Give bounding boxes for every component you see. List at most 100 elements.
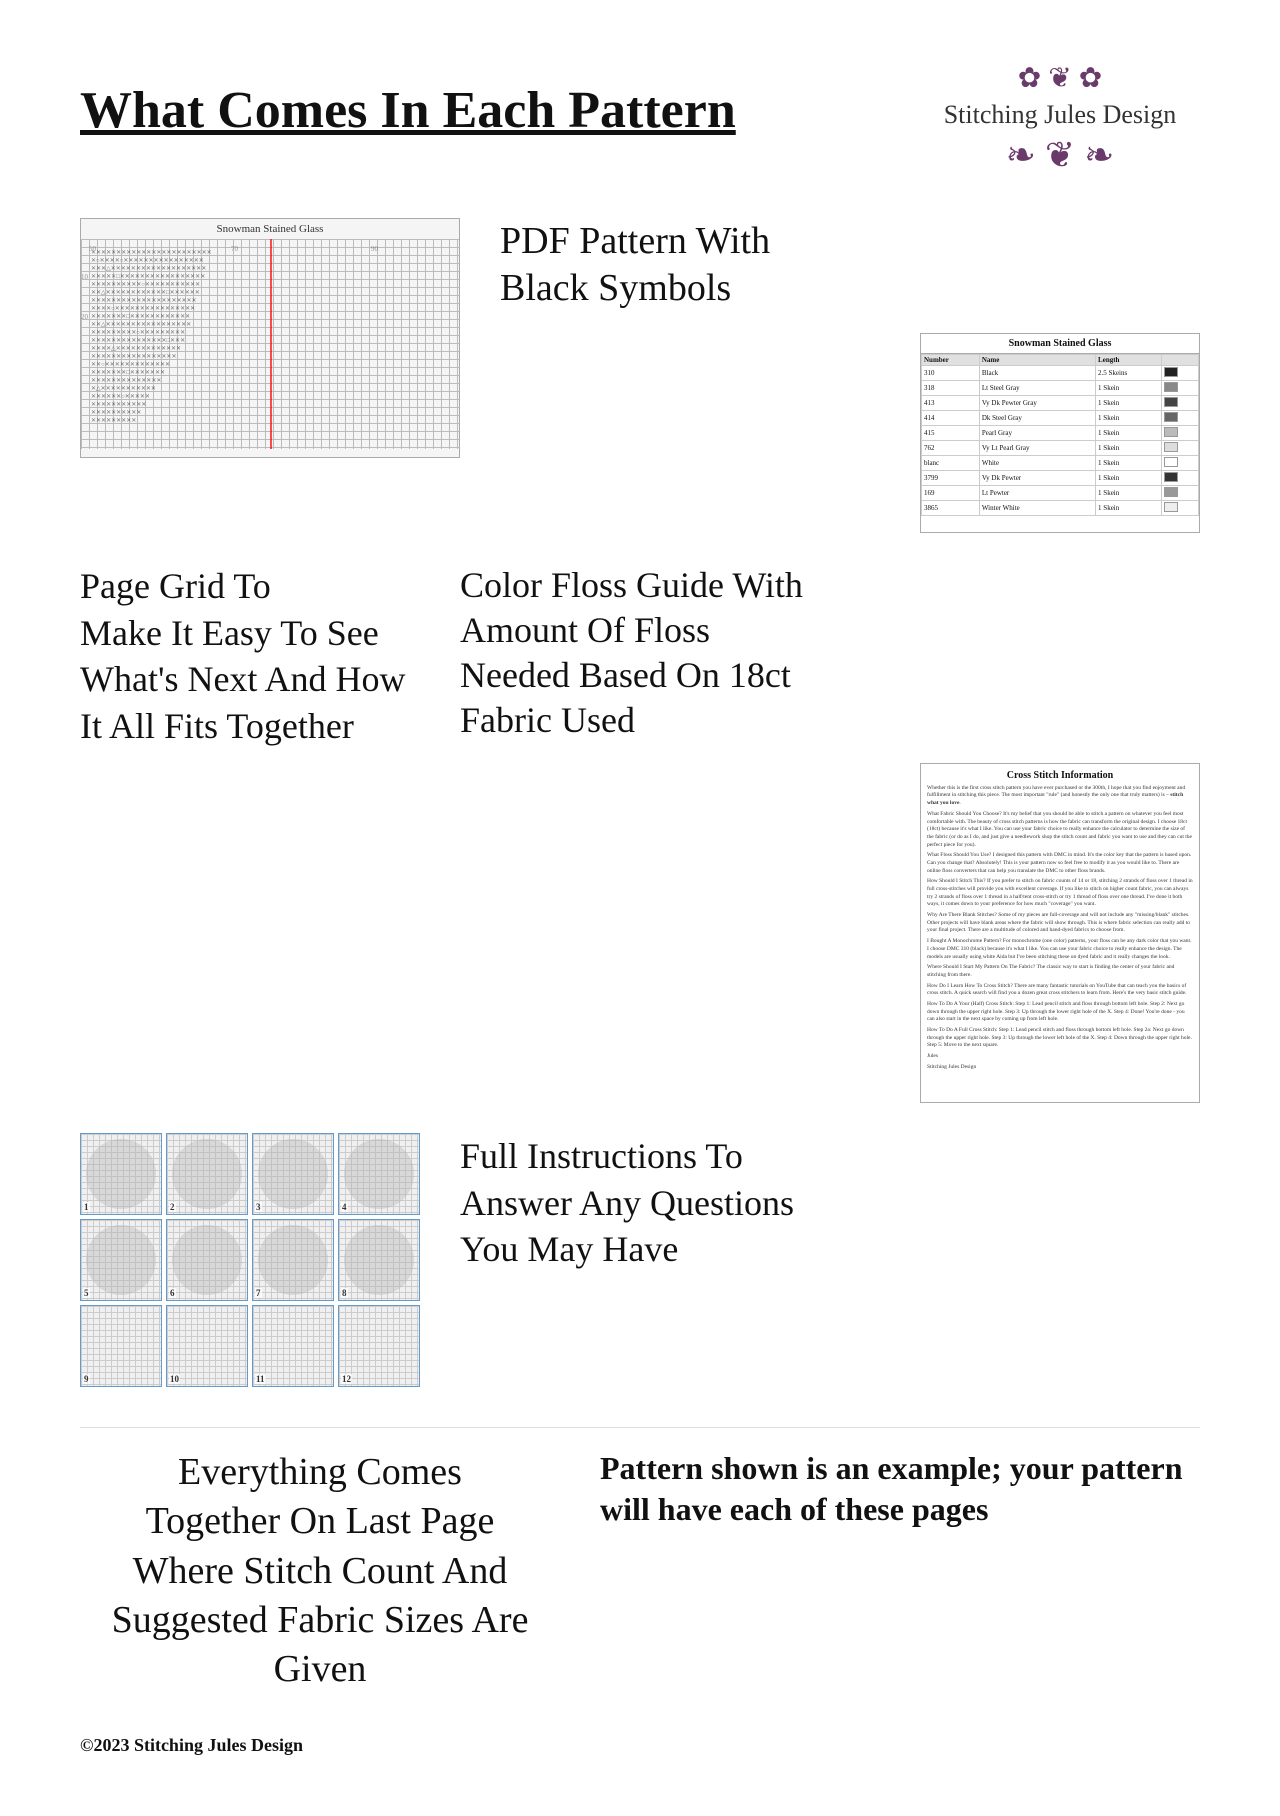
- instructions-title: Cross Stitch Information: [927, 770, 1193, 781]
- svg-text:✕✕✕✕○✕✕✕✕✕✕✕✕✕✕✕✕✕✕✕✕: ✕✕✕✕○✕✕✕✕✕✕✕✕✕✕✕✕✕✕✕✕: [91, 306, 195, 312]
- svg-text:✕✕○✕✕✕✕✕✕✕✕✕✕✕✕✕: ✕✕○✕✕✕✕✕✕✕✕✕✕✕✕✕: [91, 362, 170, 368]
- grid-page-thumb: 9: [80, 1305, 162, 1387]
- grid-page-thumb: 4: [338, 1133, 420, 1215]
- floss-guide-image: Snowman Stained Glass Number Name Length: [920, 333, 1200, 533]
- page-number: 3: [255, 1202, 262, 1212]
- svg-text:✕✕✕✕✕✕✕✕✕✕: ✕✕✕✕✕✕✕✕✕✕: [91, 410, 141, 416]
- grid-page-thumb: 11: [252, 1305, 334, 1387]
- snowman-shape: [344, 1225, 414, 1295]
- section-row-3: 123456789101112 Full Instructions To Ans…: [80, 1133, 1200, 1387]
- svg-text:✕✕✕✕✕✕✕✕✕✕✕✕✕✕: ✕✕✕✕✕✕✕✕✕✕✕✕✕✕: [91, 378, 161, 384]
- section-right-3: Full Instructions To Answer Any Question…: [460, 1133, 1200, 1273]
- floss-table-row: 3799Vy Dk Pewter1 Skein: [922, 470, 1199, 485]
- color-swatch: [1164, 457, 1178, 467]
- footer: ©2023 Stitching Jules Design: [80, 1735, 1200, 1756]
- svg-text:✕✕✕✕△✕✕✕✕✕✕✕✕✕✕✕✕✕: ✕✕✕✕△✕✕✕✕✕✕✕✕✕✕✕✕✕: [91, 346, 181, 352]
- color-swatch: [1164, 382, 1178, 392]
- instructions-image-area: Cross Stitch Information Whether this is…: [920, 763, 1200, 1103]
- snowman-shape: [86, 1139, 156, 1209]
- pattern-shown-area: Pattern shown is an example; your patter…: [600, 1448, 1200, 1531]
- grid-pages-area: 123456789101112: [80, 1133, 420, 1387]
- pattern-mock: Snowman Stained Glass ✕✕✕✕✕✕✕✕✕✕✕✕✕✕✕✕✕✕…: [80, 218, 460, 458]
- logo-ornament-top: ✿ ❦ ✿: [920, 65, 1200, 93]
- svg-text:✕✕✕✕✕✕✕✕✕✕✕✕✕✕✕✕✕✕✕✕✕: ✕✕✕✕✕✕✕✕✕✕✕✕✕✕✕✕✕✕✕✕✕: [91, 298, 197, 304]
- floss-mock-title: Snowman Stained Glass: [921, 334, 1199, 354]
- instruction-para: What Floss Should You Use? I designed th…: [927, 852, 1193, 875]
- section-row-4: Everything Comes Together On Last Page W…: [80, 1448, 1200, 1695]
- instruction-para: Jules: [927, 1053, 1193, 1061]
- header: What Comes In Each Pattern ✿ ❦ ✿ Stitchi…: [80, 60, 1200, 178]
- color-swatch: [1164, 427, 1178, 437]
- instruction-para: I Bought A Monochrome Pattern? For monoc…: [927, 938, 1193, 961]
- grid-page-thumb: 10: [166, 1305, 248, 1387]
- section-divider: [80, 1427, 1200, 1428]
- page-number: 10: [169, 1374, 180, 1384]
- instruction-para: How Do I Learn How To Cross Stitch? Ther…: [927, 983, 1193, 998]
- copyright-text: ©2023 Stitching Jules Design: [80, 1735, 303, 1755]
- pattern-mock-title: Snowman Stained Glass: [81, 219, 459, 239]
- svg-text:✕✕✕✕✕✕○✕✕✕✕✕: ✕✕✕✕✕✕○✕✕✕✕✕: [91, 394, 150, 400]
- page-number: 7: [255, 1288, 262, 1298]
- floss-table-row: 413Vy Dk Pewter Gray1 Skein: [922, 395, 1199, 410]
- svg-text:✕△✕✕✕✕✕✕✕✕✕✕✕: ✕△✕✕✕✕✕✕✕✕✕✕✕: [91, 386, 156, 392]
- grid-page-thumb: 12: [338, 1305, 420, 1387]
- svg-text:✕✕✕✕✕✕✕✕✕: ✕✕✕✕✕✕✕✕✕: [91, 418, 136, 424]
- page-title: What Comes In Each Pattern: [80, 60, 736, 142]
- floss-mock: Snowman Stained Glass Number Name Length: [920, 333, 1200, 533]
- instruction-para: What Fabric Should You Choose? It's my b…: [927, 811, 1193, 849]
- instruction-para: How To Do A Full Cross Stitch: Step 1: L…: [927, 1027, 1193, 1050]
- svg-text:✕✕△✕✕✕✕✕✕✕✕✕✕✕✕✕✕✕✕✕: ✕✕△✕✕✕✕✕✕✕✕✕✕✕✕✕✕✕✕✕: [91, 322, 191, 328]
- col-number: Number: [922, 354, 980, 365]
- page-number: 4: [341, 1202, 348, 1212]
- everything-label: Everything Comes Together On Last Page W…: [80, 1448, 560, 1695]
- snowman-shape: [172, 1225, 242, 1295]
- svg-text:✕✕✕✕✕✕✕✕✕✕✕✕✕✕✕□✕✕✕: ✕✕✕✕✕✕✕✕✕✕✕✕✕✕✕□✕✕✕: [91, 338, 185, 344]
- svg-text:✕✕✕✕✕✕✕✕✕✕○✕✕✕✕✕✕✕✕✕✕✕: ✕✕✕✕✕✕✕✕✕✕○✕✕✕✕✕✕✕✕✕✕✕: [91, 282, 200, 288]
- page-number: 5: [83, 1288, 90, 1298]
- grid-page-thumb: 5: [80, 1219, 162, 1301]
- color-swatch: [1164, 502, 1178, 512]
- pdf-pattern-label: PDF Pattern With Black Symbols: [500, 218, 770, 313]
- page-number: 6: [169, 1288, 176, 1298]
- instruction-para: How Should I Stitch This? If you prefer …: [927, 878, 1193, 909]
- page-number: 8: [341, 1288, 348, 1298]
- floss-table-row: 310Black2.5 Skeins: [922, 365, 1199, 380]
- section-right-2: Color Floss Guide With Amount Of Floss N…: [460, 563, 1200, 1103]
- svg-text:✕○✕✕✕✕○✕✕✕✕✕✕✕✕✕✕✕✕✕✕✕✕: ✕○✕✕✕✕○✕✕✕✕✕✕✕✕✕✕✕✕✕✕✕✕: [91, 258, 204, 264]
- floss-table-row: 762Vy Lt Pearl Gray1 Skein: [922, 440, 1199, 455]
- section-row-2: Page Grid To Make It Easy To See What's …: [80, 563, 1200, 1103]
- page-grid-text-area: Page Grid To Make It Easy To See What's …: [80, 563, 420, 750]
- svg-text:10: 10: [81, 273, 89, 281]
- grid-pattern: ✕✕✕✕✕✕✕✕✕✕✕✕✕✕✕✕✕✕✕✕✕✕✕✕ ✕○✕✕✕✕○✕✕✕✕✕✕✕✕…: [81, 239, 459, 449]
- floss-table-row: blancWhite1 Skein: [922, 455, 1199, 470]
- grid-pages-mock: 123456789101112: [80, 1133, 420, 1387]
- page-number: 2: [169, 1202, 176, 1212]
- section-right-1: PDF Pattern With Black Symbols Snowman S…: [500, 218, 1200, 533]
- floss-table-row: 3865Winter White1 Skein: [922, 500, 1199, 515]
- logo-text: Stitching Jules Design: [920, 98, 1200, 132]
- snowman-shape: [172, 1139, 242, 1209]
- snowman-shape: [258, 1225, 328, 1295]
- col-swatch: [1162, 354, 1199, 365]
- floss-table-row: 169Lt Pewter1 Skein: [922, 485, 1199, 500]
- svg-text:✕✕✕✕✕✕✕✕✕✕✕✕✕✕✕✕✕: ✕✕✕✕✕✕✕✕✕✕✕✕✕✕✕✕✕: [91, 354, 176, 360]
- everything-text-area: Everything Comes Together On Last Page W…: [80, 1448, 560, 1695]
- color-floss-label: Color Floss Guide With Amount Of Floss N…: [460, 563, 1200, 743]
- svg-text:20: 20: [81, 313, 89, 321]
- floss-table-row: 318Lt Steel Gray1 Skein: [922, 380, 1199, 395]
- svg-text:✕✕✕△✕✕✕✕✕✕✕✕✕✕✕✕✕✕✕✕✕✕✕: ✕✕✕△✕✕✕✕✕✕✕✕✕✕✕✕✕✕✕✕✕✕✕: [91, 266, 206, 272]
- svg-text:✕✕✕✕✕✕✕✕✕✕✕: ✕✕✕✕✕✕✕✕✕✕✕: [91, 402, 146, 408]
- grid-page-thumb: 3: [252, 1133, 334, 1215]
- instruction-para: Stitching Jules Design: [927, 1064, 1193, 1072]
- color-swatch: [1164, 367, 1178, 377]
- snowman-shape: [344, 1139, 414, 1209]
- svg-text:50: 50: [89, 245, 97, 253]
- pattern-image-area: Snowman Stained Glass ✕✕✕✕✕✕✕✕✕✕✕✕✕✕✕✕✕✕…: [80, 218, 460, 458]
- color-swatch: [1164, 442, 1178, 452]
- instructions-body: Whether this is the first cross stitch p…: [927, 785, 1193, 1072]
- grid-page-thumb: 1: [80, 1133, 162, 1215]
- grid-page-thumb: 2: [166, 1133, 248, 1215]
- page-number: 12: [341, 1374, 352, 1384]
- grid-page-thumb: 7: [252, 1219, 334, 1301]
- color-swatch: [1164, 487, 1178, 497]
